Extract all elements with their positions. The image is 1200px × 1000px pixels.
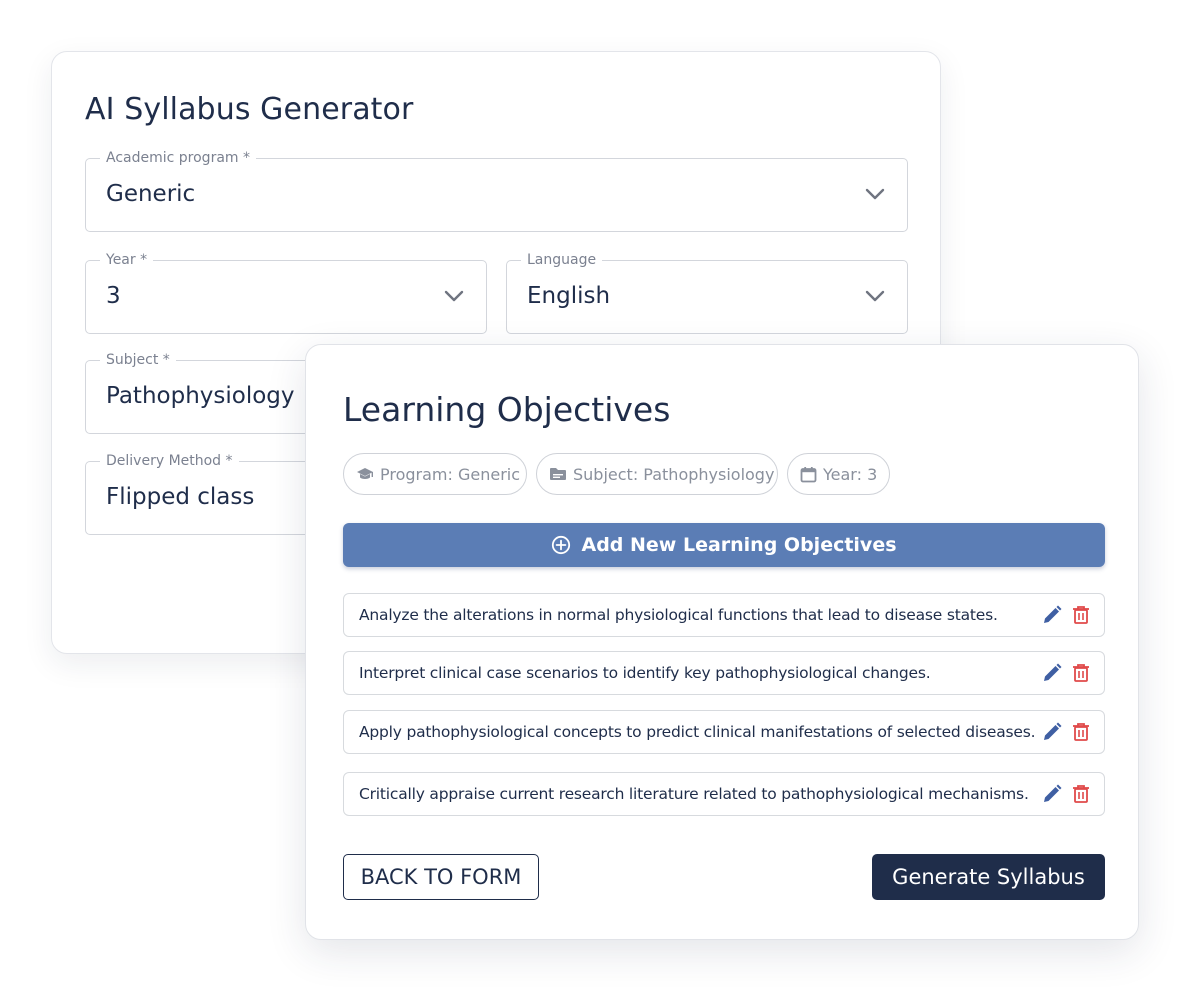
chevron-down-icon bbox=[865, 289, 885, 303]
delete-trash-icon[interactable] bbox=[1072, 784, 1090, 804]
language-select[interactable]: Language English bbox=[506, 251, 908, 334]
objective-text: Interpret clinical case scenarios to ide… bbox=[359, 664, 931, 682]
delivery-method-label: Delivery Method * bbox=[100, 452, 239, 470]
edit-pencil-icon[interactable] bbox=[1042, 663, 1062, 683]
objective-text: Analyze the alterations in normal physio… bbox=[359, 606, 998, 624]
graduation-cap-icon bbox=[356, 466, 374, 482]
add-learning-objectives-button[interactable]: Add New Learning Objectives bbox=[343, 523, 1105, 567]
edit-pencil-icon[interactable] bbox=[1042, 605, 1062, 625]
objective-text: Critically appraise current research lit… bbox=[359, 785, 1029, 803]
chevron-down-icon bbox=[865, 187, 885, 201]
back-to-form-button[interactable]: BACK TO FORM bbox=[343, 854, 539, 900]
program-chip: Program: Generic bbox=[343, 453, 527, 495]
calendar-icon bbox=[800, 466, 817, 483]
learning-objectives-card: Learning Objectives Program: Generic Sub… bbox=[305, 344, 1139, 940]
year-select[interactable]: Year * 3 bbox=[85, 251, 487, 334]
year-chip-label: Year: 3 bbox=[823, 464, 878, 484]
objective-row: Interpret clinical case scenarios to ide… bbox=[343, 651, 1105, 695]
delete-trash-icon[interactable] bbox=[1072, 605, 1090, 625]
objective-row: Critically appraise current research lit… bbox=[343, 772, 1105, 816]
program-chip-label: Program: Generic bbox=[380, 464, 521, 484]
folder-icon bbox=[549, 466, 567, 482]
edit-pencil-icon[interactable] bbox=[1042, 722, 1062, 742]
language-label: Language bbox=[521, 251, 603, 269]
year-value: 3 bbox=[106, 283, 121, 309]
delete-trash-icon[interactable] bbox=[1072, 663, 1090, 683]
chevron-down-icon bbox=[444, 289, 464, 303]
add-learning-objectives-label: Add New Learning Objectives bbox=[581, 534, 897, 556]
form-title: AI Syllabus Generator bbox=[85, 92, 414, 127]
objective-text: Apply pathophysiological concepts to pre… bbox=[359, 723, 1036, 741]
language-value: English bbox=[527, 283, 611, 309]
academic-program-select[interactable]: Academic program * Generic bbox=[85, 149, 908, 232]
academic-program-label: Academic program * bbox=[100, 149, 256, 167]
subject-chip: Subject: Pathophysiology bbox=[536, 453, 778, 495]
subject-label: Subject * bbox=[100, 351, 176, 369]
delete-trash-icon[interactable] bbox=[1072, 722, 1090, 742]
delivery-method-value: Flipped class bbox=[106, 484, 255, 510]
objective-row: Apply pathophysiological concepts to pre… bbox=[343, 710, 1105, 754]
add-circle-icon bbox=[551, 535, 571, 555]
academic-program-value: Generic bbox=[106, 181, 196, 207]
year-chip: Year: 3 bbox=[787, 453, 890, 495]
edit-pencil-icon[interactable] bbox=[1042, 784, 1062, 804]
year-label: Year * bbox=[100, 251, 154, 269]
learning-objectives-title: Learning Objectives bbox=[343, 390, 671, 429]
subject-value: Pathophysiology bbox=[106, 383, 295, 409]
subject-chip-label: Subject: Pathophysiology bbox=[573, 464, 775, 484]
generate-syllabus-button[interactable]: Generate Syllabus bbox=[872, 854, 1105, 900]
objective-row: Analyze the alterations in normal physio… bbox=[343, 593, 1105, 637]
